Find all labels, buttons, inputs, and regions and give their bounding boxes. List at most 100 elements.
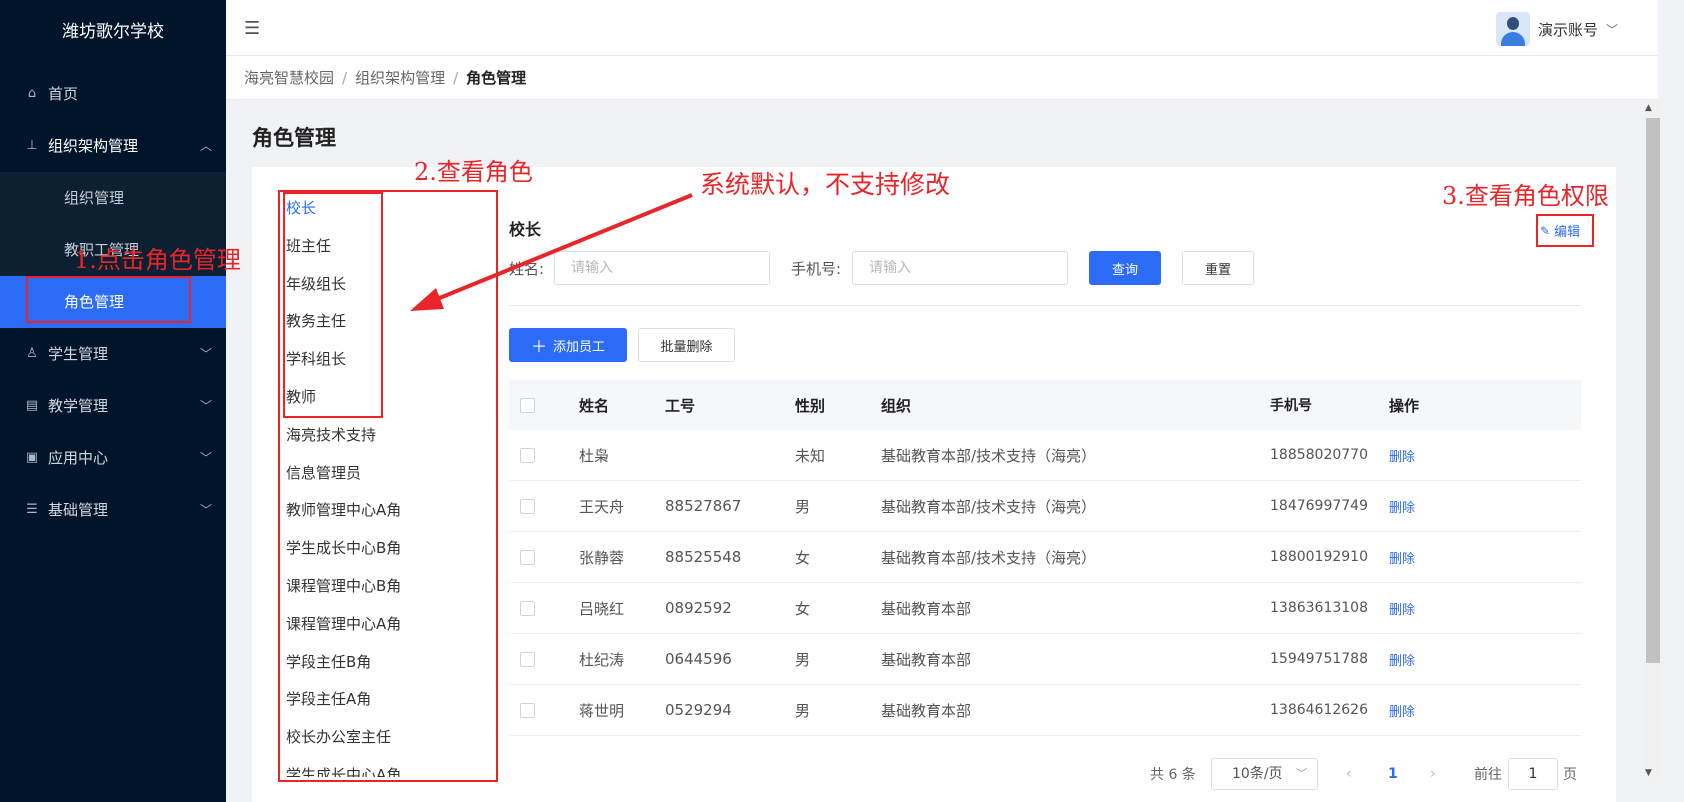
table-row: 蒋世明 0529294 男 基础教育本部 13864612626 删除 xyxy=(509,685,1581,736)
column-header: 工号 xyxy=(665,396,696,415)
menu-item-teaching[interactable]: ▤ 教学管理 ﹀ xyxy=(0,380,226,432)
row-checkbox[interactable] xyxy=(520,702,535,718)
row-checkbox[interactable] xyxy=(520,498,535,514)
select-all-checkbox[interactable] xyxy=(520,397,535,413)
goto-label: 前往 xyxy=(1474,767,1502,783)
menu-label: 基础管理 xyxy=(48,501,109,519)
annotation-box-role-list xyxy=(278,190,498,782)
op-cell: 删除 xyxy=(1389,599,1539,618)
delete-link[interactable]: 删除 xyxy=(1389,705,1415,720)
breadcrumb-item[interactable]: 组织架构管理 xyxy=(355,69,445,87)
table-row: 王天舟 88527867 男 基础教育本部/技术支持（海亮） 184769977… xyxy=(509,481,1581,532)
row-checkbox[interactable] xyxy=(520,447,535,463)
pagination-total: 共 6 条 xyxy=(1150,767,1196,783)
chevron-down-icon: ﹀ xyxy=(199,347,212,361)
cell-sex: 男 xyxy=(795,497,811,516)
menu-label: 首页 xyxy=(48,85,79,103)
page-size-select[interactable]: 10条/页 ﹀ xyxy=(1211,758,1318,790)
batch-delete-button[interactable]: 批量删除 xyxy=(638,328,735,362)
name-filter-input[interactable] xyxy=(554,251,770,285)
row-check-cell xyxy=(509,600,579,616)
delete-link[interactable]: 删除 xyxy=(1389,552,1415,567)
table-row: 杜枭 未知 基础教育本部/技术支持（海亮） 18858020770 删除 xyxy=(509,430,1581,481)
sliders-icon: ☰ xyxy=(26,502,38,517)
menu-item-home[interactable]: ⌂ 首页 xyxy=(0,68,226,120)
page-unit-label: 页 xyxy=(1563,767,1577,783)
delete-link[interactable]: 删除 xyxy=(1389,654,1415,669)
phone-filter-input[interactable] xyxy=(852,251,1068,285)
delete-link[interactable]: 删除 xyxy=(1389,603,1415,618)
phone-filter-label: 手机号: xyxy=(791,260,842,278)
menu-label: 组织架构管理 xyxy=(48,137,139,155)
cell-sex: 女 xyxy=(795,599,811,618)
annotation-step3: 3.查看角色权限 xyxy=(1442,182,1609,210)
cell-phone: 13863613108 xyxy=(1270,600,1368,616)
chevron-down-icon: ﹀ xyxy=(1296,767,1307,780)
app-icon: ▣ xyxy=(25,450,39,465)
selected-role-name: 校长 xyxy=(509,220,542,239)
org-chart-icon: ⊥ xyxy=(26,138,38,153)
scroll-down-icon[interactable]: ▼ xyxy=(1645,768,1652,778)
page-title: 角色管理 xyxy=(252,126,336,150)
row-check-cell xyxy=(509,702,579,718)
goto-page-input[interactable]: 1 xyxy=(1508,758,1558,790)
prev-page-icon[interactable]: ‹ xyxy=(1346,758,1352,790)
op-cell: 删除 xyxy=(1389,548,1539,567)
user-menu[interactable]: 演示账号 ﹀ xyxy=(1495,12,1618,46)
query-button[interactable]: 查询 xyxy=(1089,251,1161,285)
menu-item-student[interactable]: ♙ 学生管理 ﹀ xyxy=(0,328,226,380)
divider xyxy=(509,305,1581,306)
next-page-icon[interactable]: › xyxy=(1430,758,1436,790)
name-filter-label: 姓名: xyxy=(509,260,545,278)
column-header: 操作 xyxy=(1389,396,1420,415)
table-row: 杜纪涛 0644596 男 基础教育本部 15949751788 删除 xyxy=(509,634,1581,685)
cell-phone: 18476997749 xyxy=(1270,498,1368,514)
reset-button[interactable]: 重置 xyxy=(1182,251,1254,285)
cell-name: 张静蓉 xyxy=(579,548,625,567)
cell-no: 0529294 xyxy=(665,701,732,719)
menu-label: 教学管理 xyxy=(48,397,109,415)
row-checkbox[interactable] xyxy=(520,600,535,616)
scroll-up-icon[interactable]: ▲ xyxy=(1645,103,1652,113)
cell-phone: 18800192910 xyxy=(1270,549,1368,565)
row-check-cell xyxy=(509,447,579,463)
user-name: 演示账号 xyxy=(1537,20,1598,39)
row-check-cell xyxy=(509,549,579,565)
cell-sex: 男 xyxy=(795,650,811,669)
book-icon: ▤ xyxy=(25,398,39,413)
sidebar: 潍坊歌尔学校 ⌂ 首页 ⊥ 组织架构管理 ︿ 组织管理 教职工管理 角色管理 ♙… xyxy=(0,0,226,802)
home-icon: ⌂ xyxy=(27,86,37,101)
page-number-current[interactable]: 1 xyxy=(1388,758,1398,790)
top-header: ☰ 演示账号 ﹀ xyxy=(226,0,1658,56)
menu-item-basic[interactable]: ☰ 基础管理 ﹀ xyxy=(0,484,226,536)
select-all-cell xyxy=(509,397,579,413)
row-check-cell xyxy=(509,651,579,667)
breadcrumb-item[interactable]: 海亮智慧校园 xyxy=(244,69,334,87)
row-checkbox[interactable] xyxy=(520,549,535,565)
menu-item-apps[interactable]: ▣ 应用中心 ﹀ xyxy=(0,432,226,484)
add-staff-label: 添加员工 xyxy=(553,339,606,355)
app-root: 潍坊歌尔学校 ⌂ 首页 ⊥ 组织架构管理 ︿ 组织管理 教职工管理 角色管理 ♙… xyxy=(0,0,1684,802)
breadcrumb-separator: / xyxy=(342,69,348,87)
chevron-up-icon: ︿ xyxy=(199,139,212,153)
submenu-item-org-manage[interactable]: 组织管理 xyxy=(0,172,226,224)
cell-name: 吕晓红 xyxy=(579,599,625,618)
add-staff-button[interactable]: ＋ 添加员工 xyxy=(509,328,627,362)
breadcrumb-separator: / xyxy=(453,69,459,87)
cell-sex: 未知 xyxy=(795,446,826,465)
scrollbar-thumb[interactable] xyxy=(1646,118,1660,663)
school-logo-title: 潍坊歌尔学校 xyxy=(62,22,164,42)
chevron-down-icon: ﹀ xyxy=(199,503,212,517)
plus-icon: ＋ xyxy=(530,337,547,356)
menu-fold-icon[interactable]: ☰ xyxy=(244,18,260,39)
delete-link[interactable]: 删除 xyxy=(1389,501,1415,516)
cell-org: 基础教育本部 xyxy=(881,599,972,618)
column-header: 性别 xyxy=(795,396,826,415)
cell-sex: 男 xyxy=(795,701,811,720)
annotation-step2: 2.查看角色 xyxy=(414,158,533,186)
delete-link[interactable]: 删除 xyxy=(1389,450,1415,465)
menu-item-org[interactable]: ⊥ 组织架构管理 ︿ xyxy=(0,120,226,172)
cell-org: 基础教育本部 xyxy=(881,650,972,669)
row-checkbox[interactable] xyxy=(520,651,535,667)
cell-org: 基础教育本部/技术支持（海亮） xyxy=(881,548,1097,567)
